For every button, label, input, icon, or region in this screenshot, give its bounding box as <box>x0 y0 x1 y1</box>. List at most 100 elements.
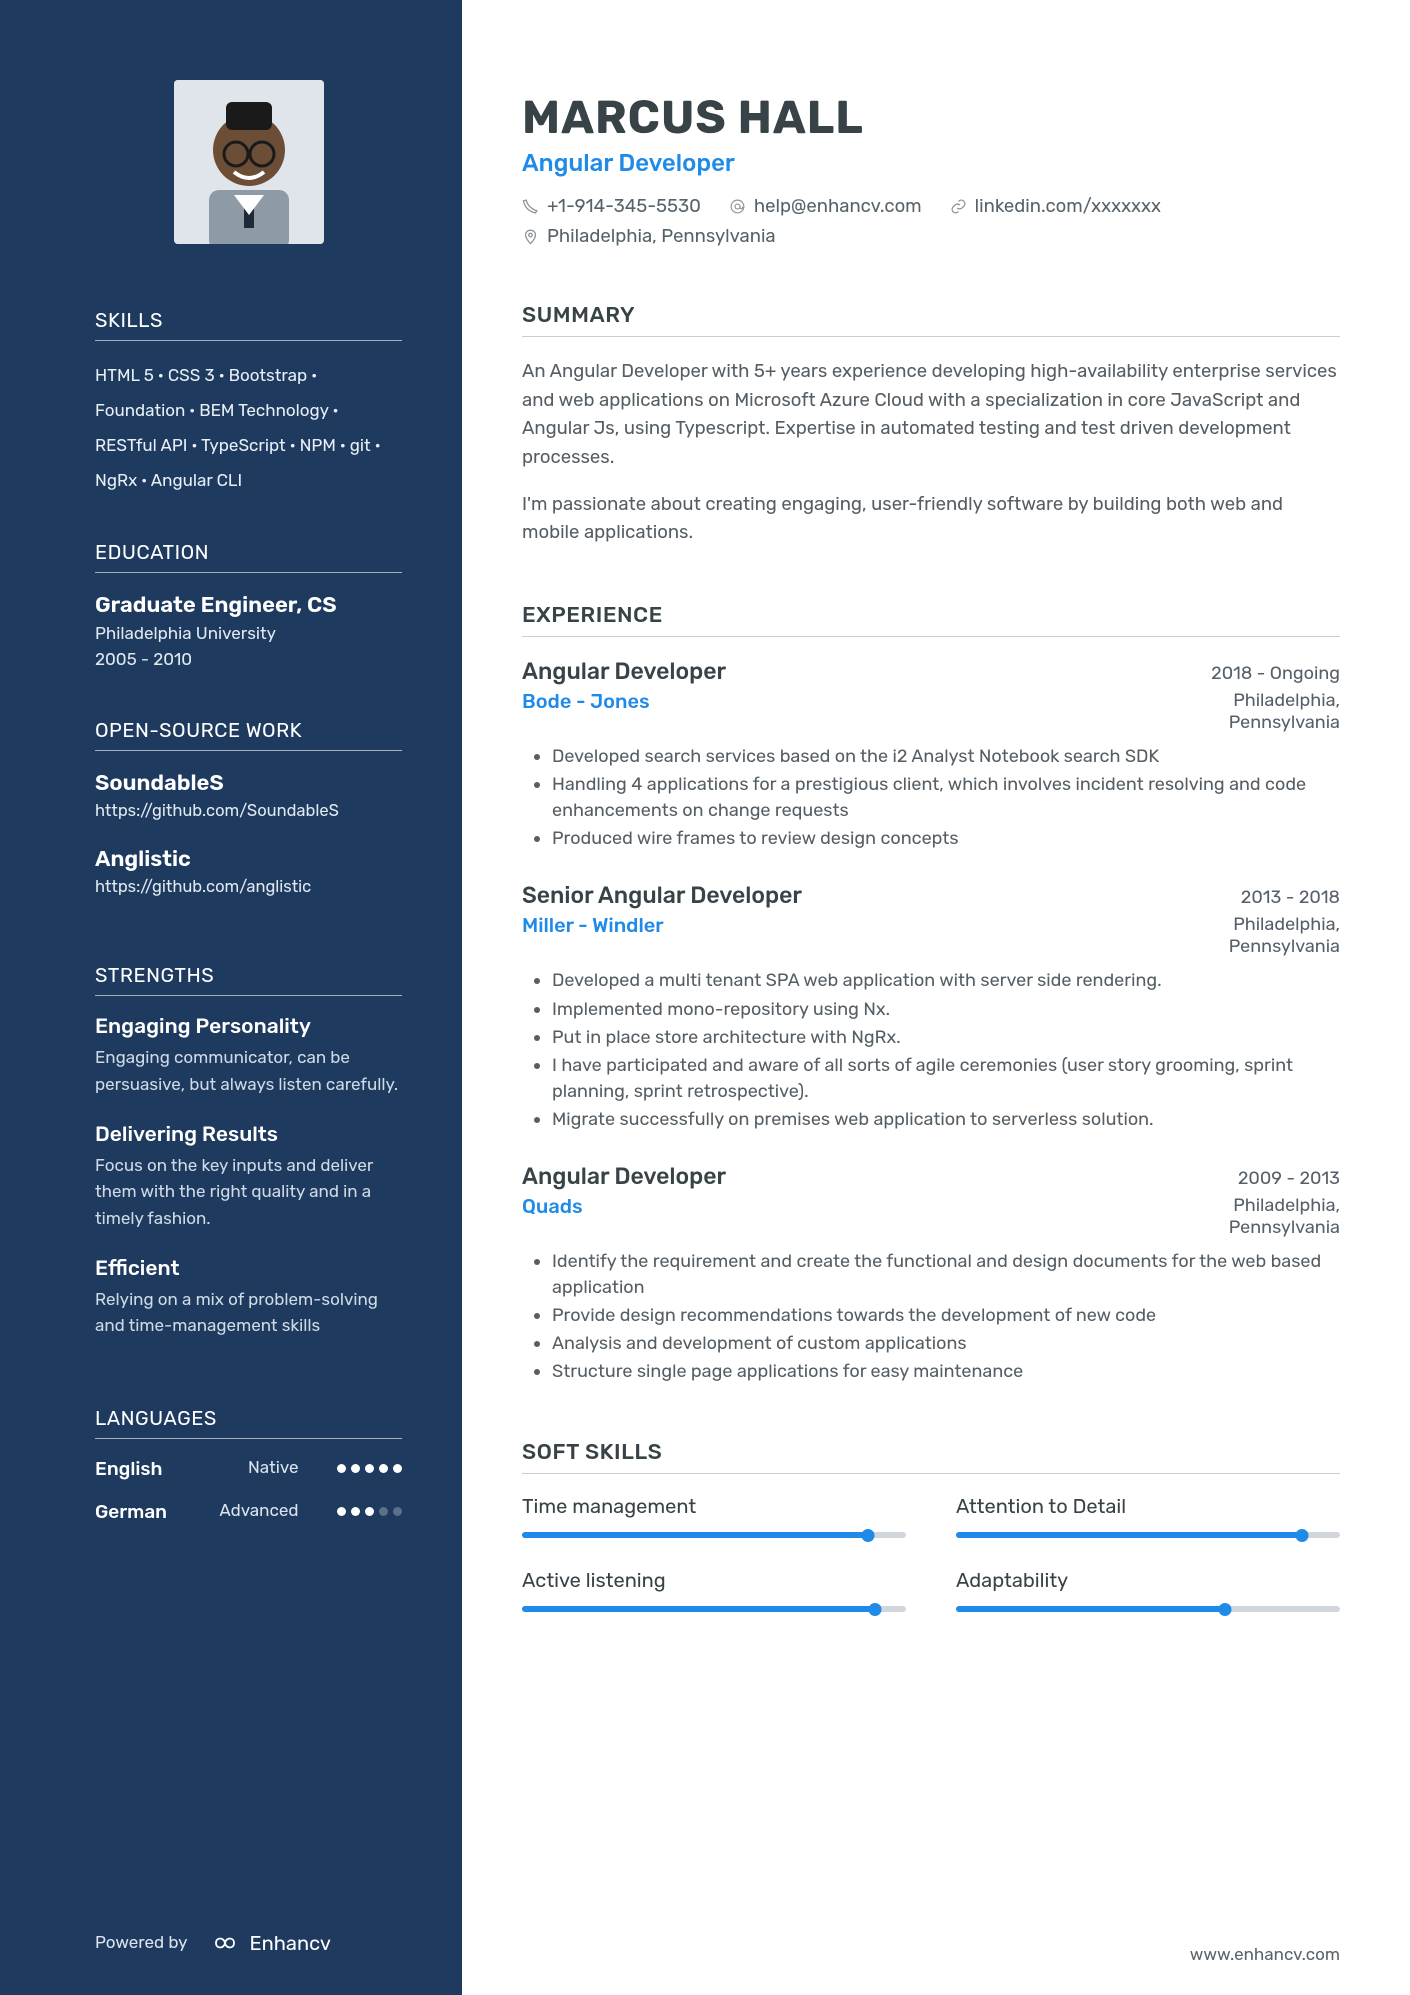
linkedin: linkedin.com/xxxxxxx <box>950 195 1161 217</box>
education-heading: EDUCATION <box>95 540 402 573</box>
experience-section: EXPERIENCE Angular Developer2018 - Ongoi… <box>522 601 1340 1384</box>
strength-title: Delivering Results <box>95 1122 402 1147</box>
language-row: English Native <box>95 1457 402 1480</box>
experience-bullet: Migrate successfully on premises web app… <box>552 1106 1340 1132</box>
experience-heading: EXPERIENCE <box>522 601 1340 637</box>
skills-list: HTML 5 · CSS 3 · Bootstrap · Foundation … <box>95 359 402 498</box>
strength-item: Engaging Personality Engaging communicato… <box>95 1014 402 1098</box>
opensource-item: Anglistic https://github.com/anglistic <box>95 845 402 897</box>
experience-bullet: Developed a multi tenant SPA web applica… <box>552 967 1340 993</box>
sidebar-footer: Powered by Enhancv <box>95 1931 402 1955</box>
experience-title: Angular Developer <box>522 657 726 685</box>
softskill-item: Time management <box>522 1494 906 1538</box>
experience-bullet: Provide design recommendations towards t… <box>552 1302 1340 1328</box>
opensource-heading: OPEN-SOURCE WORK <box>95 718 402 751</box>
experience-item: Angular Developer2018 - OngoingBode - Jo… <box>522 657 1340 851</box>
strength-title: Engaging Personality <box>95 1014 402 1039</box>
education-section: EDUCATION Graduate Engineer, CS Philadel… <box>95 540 402 676</box>
language-dots <box>337 1464 402 1473</box>
experience-title: Senior Angular Developer <box>522 881 802 909</box>
experience-company: Quads <box>522 1194 583 1218</box>
experience-bullets: Identify the requirement and create the … <box>552 1248 1340 1384</box>
opensource-name: Anglistic <box>95 845 402 872</box>
experience-title: Angular Developer <box>522 1162 726 1190</box>
experience-location: Philadelphia, Pennsylvania <box>1140 689 1340 733</box>
softskill-item: Adaptability <box>956 1568 1340 1612</box>
linkedin-value: linkedin.com/xxxxxxx <box>975 195 1161 217</box>
skills-heading: SKILLS <box>95 308 402 341</box>
footer-url: www.enhancv.com <box>1190 1945 1340 1965</box>
language-name: English <box>95 1457 190 1480</box>
education-degree: Graduate Engineer, CS <box>95 591 402 618</box>
sidebar: SKILLS HTML 5 · CSS 3 · Bootstrap · Foun… <box>0 0 462 1995</box>
education-dates: 2005 - 2010 <box>95 650 402 670</box>
strength-item: EfficientRelying on a mix of problem-sol… <box>95 1256 402 1340</box>
experience-dates: 2013 - 2018 <box>1241 886 1340 908</box>
opensource-section: OPEN-SOURCE WORK SoundableS https://githu… <box>95 718 402 921</box>
powered-by-label: Powered by <box>95 1933 188 1953</box>
softskill-item: Attention to Detail <box>956 1494 1340 1538</box>
strengths-heading: STRENGTHS <box>95 963 402 996</box>
brand-name: Enhancv <box>250 1931 331 1955</box>
softskill-track <box>956 1532 1340 1538</box>
softskill-label: Active listening <box>522 1568 906 1592</box>
softskills-section: SOFT SKILLS Time management Attention to … <box>522 1438 1340 1612</box>
enhancv-logo: Enhancv <box>208 1931 331 1955</box>
language-dots <box>337 1507 402 1516</box>
strengths-section: STRENGTHS Engaging Personality Engaging c… <box>95 963 402 1363</box>
education-school: Philadelphia University <box>95 624 402 644</box>
experience-bullet: Put in place store architecture with NgR… <box>552 1024 1340 1050</box>
phone-icon <box>522 198 539 215</box>
photo-container <box>95 80 402 248</box>
languages-heading: LANGUAGES <box>95 1406 402 1439</box>
infinity-icon <box>208 1933 242 1953</box>
location-value: Philadelphia, Pennsylvania <box>547 225 776 247</box>
softskills-heading: SOFT SKILLS <box>522 1438 1340 1474</box>
job-title: Angular Developer <box>522 149 1340 177</box>
email: help@enhancv.com <box>729 195 922 217</box>
summary-section: SUMMARY An Angular Developer with 5+ yea… <box>522 301 1340 547</box>
link-icon <box>950 198 967 215</box>
at-icon <box>729 198 746 215</box>
contact-row-2: Philadelphia, Pennsylvania <box>522 225 1340 247</box>
summary-p2: I'm passionate about creating engaging, … <box>522 490 1340 547</box>
languages-section: LANGUAGES English Native German Advanced <box>95 1406 402 1543</box>
email-value: help@enhancv.com <box>754 195 922 217</box>
phone: +1-914-345-5530 <box>522 195 701 217</box>
experience-dates: 2009 - 2013 <box>1238 1167 1340 1189</box>
summary-heading: SUMMARY <box>522 301 1340 337</box>
experience-bullets: Developed a multi tenant SPA web applica… <box>552 967 1340 1132</box>
opensource-name: SoundableS <box>95 769 402 796</box>
softskill-label: Attention to Detail <box>956 1494 1340 1518</box>
opensource-url: https://github.com/SoundableS <box>95 802 402 821</box>
experience-item: Senior Angular Developer 2013 - 2018 Mille… <box>522 881 1340 1132</box>
contact-row-1: +1-914-345-5530 help@enhancv.com linkedi… <box>522 195 1340 217</box>
experience-bullet: I have participated and aware of all sor… <box>552 1052 1340 1104</box>
phone-value: +1-914-345-5530 <box>547 195 701 217</box>
main-content: MARCUS HALL Angular Developer +1-914-345… <box>462 0 1410 1995</box>
softskill-track <box>522 1606 906 1612</box>
location-icon <box>522 228 539 245</box>
experience-item: Angular Developer 2009 - 2013 Quads Philade… <box>522 1162 1340 1384</box>
experience-bullet: Identify the requirement and create the … <box>552 1248 1340 1300</box>
experience-location: Philadelphia, Pennsylvania <box>1140 913 1340 957</box>
softskill-label: Adaptability <box>956 1568 1340 1592</box>
strength-desc: Focus on the key inputs and deliver them… <box>95 1153 402 1232</box>
language-level: Advanced <box>219 1501 299 1521</box>
strength-item: Delivering Results Focus on the key input… <box>95 1122 402 1232</box>
experience-company: Miller - Windler <box>522 913 664 937</box>
softskill-track <box>522 1532 906 1538</box>
skills-section: SKILLS HTML 5 · CSS 3 · Bootstrap · Foun… <box>95 308 402 498</box>
experience-bullet: Analysis and development of custom appli… <box>552 1330 1340 1356</box>
summary-p1: An Angular Developer with 5+ years exper… <box>522 357 1340 472</box>
language-level: Native <box>219 1458 299 1478</box>
experience-bullet: Developed search services based on the i… <box>552 743 1340 769</box>
opensource-url: https://github.com/anglistic <box>95 878 402 897</box>
experience-location: Philadelphia, Pennsylvania <box>1140 1194 1340 1238</box>
strength-title: Efficient <box>95 1256 402 1281</box>
language-name: German <box>95 1500 190 1523</box>
experience-company: Bode - Jones <box>522 689 650 713</box>
strength-desc: Engaging communicator, can be persuasive… <box>95 1045 402 1098</box>
softskill-track <box>956 1606 1340 1612</box>
location: Philadelphia, Pennsylvania <box>522 225 776 247</box>
